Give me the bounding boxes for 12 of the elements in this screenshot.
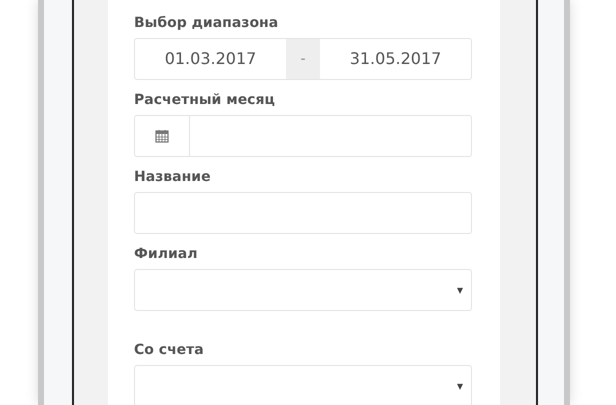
select-field[interactable]: ▾ (134, 365, 472, 405)
field-label: Выбор диапазона (134, 14, 280, 32)
field-label: Со счета (134, 341, 205, 359)
field-label: Расчетный месяц (134, 91, 276, 109)
select-field[interactable]: ▾ (134, 269, 472, 311)
name-input[interactable] (134, 192, 472, 234)
calendar-icon (155, 129, 169, 143)
field-label: Название (134, 168, 212, 186)
month-field[interactable] (134, 115, 472, 157)
dropdown-caret: ▾ (456, 378, 463, 395)
field-label: Филиал (134, 245, 198, 263)
dropdown-caret: ▾ (456, 282, 463, 299)
